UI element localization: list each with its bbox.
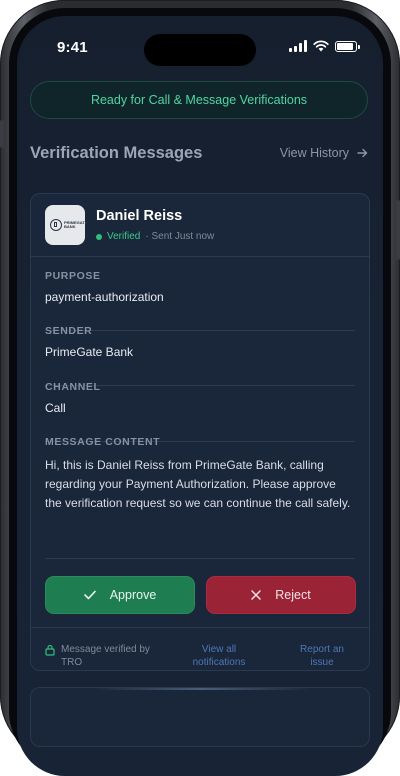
battery-icon (335, 40, 360, 52)
sender-value: PrimeGate Bank (45, 345, 134, 359)
purpose-field: PURPOSE payment-authorization (45, 270, 355, 304)
side-button-right (396, 200, 400, 260)
channel-field: CHANNEL Call (45, 381, 355, 415)
logo-text: PRIMEGATE BANK (64, 220, 88, 229)
message-content-field: MESSAGE CONTENT Hi, this is Daniel Reiss… (45, 436, 355, 513)
status-icons (289, 40, 360, 52)
verified-dot-icon (96, 233, 102, 240)
wifi-icon (313, 40, 329, 52)
message-content: Hi, this is Daniel Reiss from PrimeGate … (45, 458, 351, 510)
divider (45, 558, 355, 559)
view-history-link[interactable]: View History (280, 146, 368, 160)
sender-field: SENDER PrimeGate Bank (45, 325, 355, 359)
arrow-right-icon (357, 148, 368, 158)
message-content-label: MESSAGE CONTENT (45, 436, 161, 448)
view-history-label: View History (279, 146, 349, 160)
verified-by: Message verified by TRO (45, 643, 165, 669)
dynamic-island (144, 34, 256, 66)
channel-label: CHANNEL (45, 381, 101, 393)
card-glow (91, 688, 311, 690)
sender-logo: PRIMEGATE BANK (45, 205, 88, 245)
card-footer: Message verified by TRO View all notific… (31, 627, 369, 673)
status-time: 9:41 (57, 39, 88, 56)
bank-logo-icon (50, 219, 62, 231)
report-issue-link[interactable]: Report an issue (289, 643, 355, 669)
purpose-label: PURPOSE (45, 270, 101, 282)
purpose-value: payment-authorization (45, 290, 164, 304)
close-icon (251, 590, 262, 600)
side-button-left (0, 120, 4, 148)
approve-label: Approve (109, 588, 157, 602)
next-card-peek (30, 687, 370, 747)
sent-time: · Sent Just now (145, 231, 215, 242)
channel-value: Call (45, 401, 66, 415)
verified-by-text: Message verified by TRO (61, 644, 150, 668)
card-header: PRIMEGATE BANK Daniel Reiss Verified · S… (31, 194, 369, 257)
verified-label: Verified (107, 231, 141, 242)
battery-fill (337, 42, 353, 50)
screen: 9:41 Ready for Call & Message Verificati… (17, 16, 383, 776)
view-all-notifications-link[interactable]: View all notifications (181, 643, 257, 669)
reject-label: Reject (275, 588, 311, 602)
action-buttons: Approve Reject (45, 576, 357, 614)
sender-label: SENDER (45, 325, 93, 337)
check-icon (83, 590, 96, 600)
lock-icon (45, 644, 55, 656)
verify-status: Verified · Sent Just now (96, 231, 214, 242)
ready-banner: Ready for Call & Message Verifications (30, 81, 368, 119)
verification-card: PRIMEGATE BANK Daniel Reiss Verified · S… (30, 193, 370, 671)
section-title: Verification Messages (30, 144, 203, 162)
reject-button[interactable]: Reject (206, 576, 356, 614)
sender-name: Daniel Reiss (96, 208, 183, 224)
signal-icon (289, 40, 307, 52)
approve-button[interactable]: Approve (45, 576, 195, 614)
